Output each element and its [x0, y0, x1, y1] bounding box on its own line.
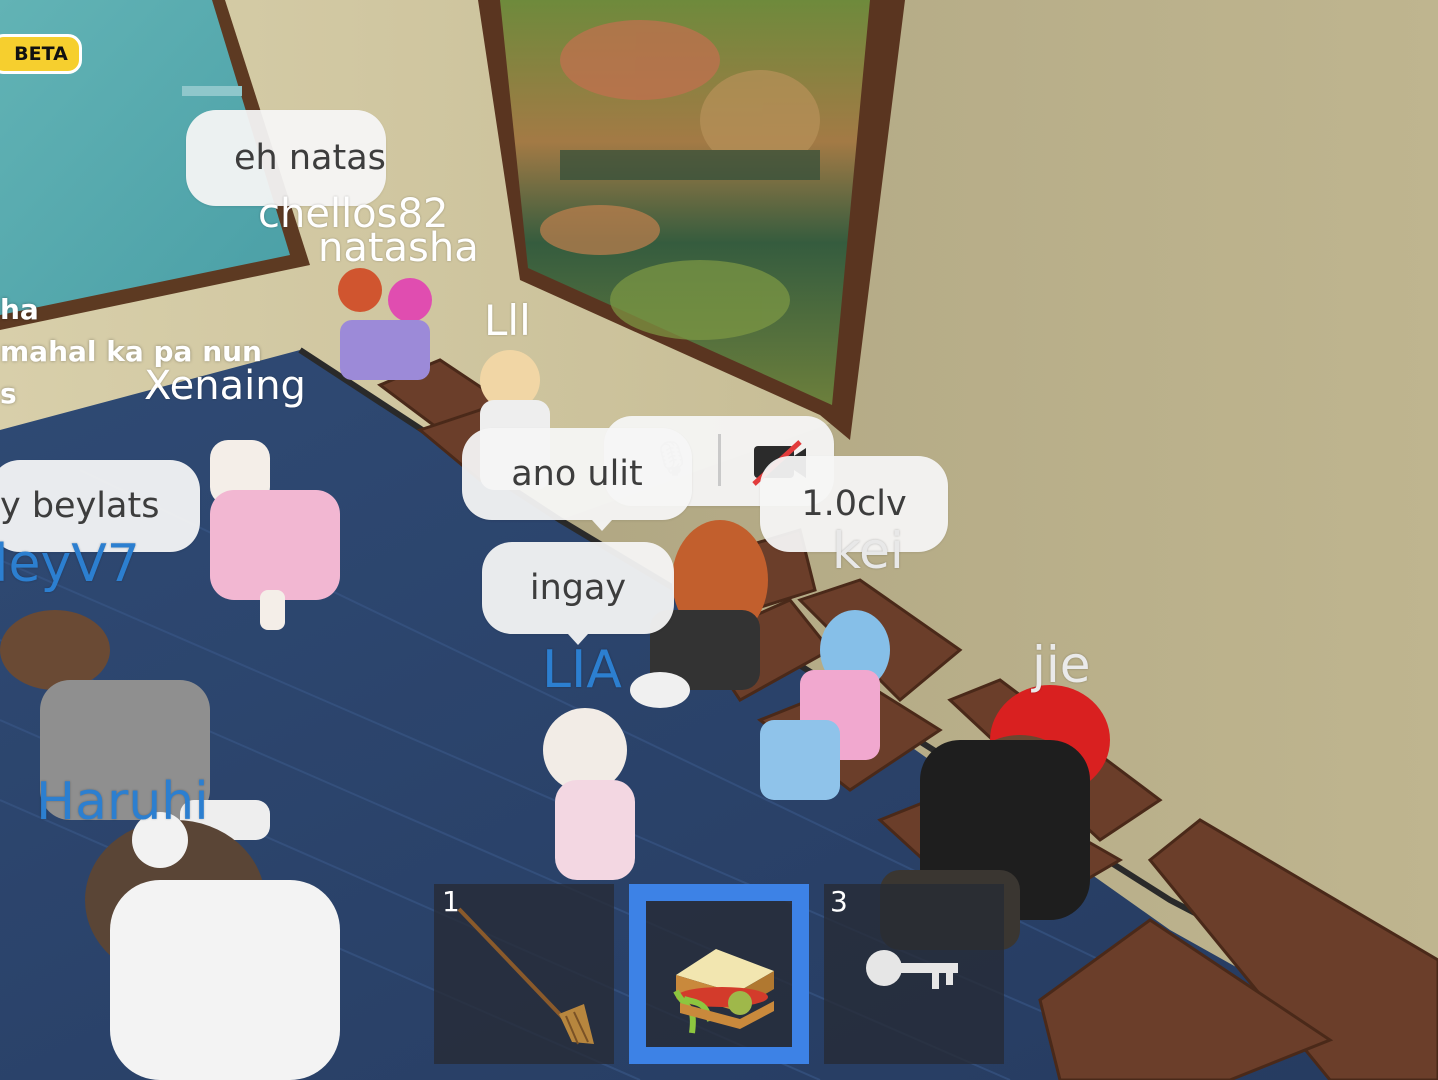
- chat-bubble-text: ano ulit: [511, 453, 643, 494]
- key-icon: [866, 950, 958, 989]
- player-name-haruhi: Haruhi: [36, 772, 209, 832]
- hotbar-slot-3[interactable]: 3: [824, 884, 1004, 1064]
- chat-line-2: mahal ka pa nun: [0, 335, 262, 368]
- hotbar-slot-number: 3: [830, 885, 848, 918]
- hotbar-slot-1[interactable]: 1: [434, 884, 614, 1064]
- beta-badge: BETA: [0, 34, 82, 74]
- broom-icon: [457, 907, 594, 1045]
- chat-line-3: s: [0, 377, 17, 410]
- chat-bubble-ingay: ingay: [482, 542, 674, 645]
- player-name-kei: kei: [832, 522, 904, 580]
- player-name-leyv7: leyV7: [0, 534, 140, 594]
- player-name-lia: LIA: [542, 640, 622, 700]
- player-name-xenaing: Xenaing: [144, 363, 306, 409]
- chat-bubble-text: y beylats: [0, 485, 160, 526]
- player-name-jie: jie: [1032, 636, 1091, 694]
- player-name-natasha: natasha: [318, 225, 479, 271]
- chat-bubble-text: eh natas: [234, 137, 386, 178]
- hotbar-slot-2[interactable]: [629, 884, 809, 1064]
- player-name-lll: Lll: [484, 296, 531, 345]
- chat-bubble-text: 1.0clv: [801, 483, 907, 524]
- chat-bubble-ano-ulit: ano ulit: [462, 428, 692, 531]
- chat-line-1: ha: [0, 293, 39, 326]
- chat-bubble-text: ingay: [529, 567, 627, 608]
- sandwich-icon: [673, 949, 774, 1034]
